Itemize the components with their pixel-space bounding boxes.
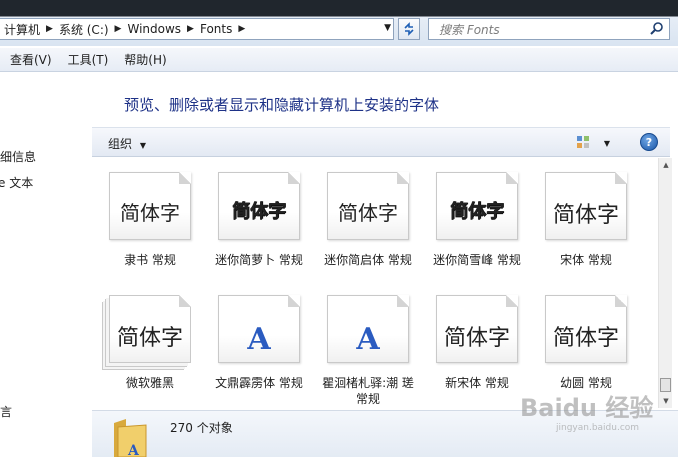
search-placeholder: 搜索 Fonts	[439, 22, 500, 37]
navigation-pane: 详细信息 e 文本 语言	[0, 72, 90, 457]
help-button[interactable]: ?	[640, 133, 658, 151]
breadcrumb-system-drive[interactable]: 系统 (C:) ▶	[59, 21, 122, 38]
font-preview-icon: 简体字	[436, 295, 518, 363]
font-sample: 简体字	[552, 326, 619, 351]
nav-item-text[interactable]: e 文本	[0, 174, 33, 191]
font-name: 文鼎霹雳体 常规	[215, 376, 303, 390]
watermark-logo: Baidu 经验 jingyan.baidu.com	[520, 394, 654, 433]
font-sample: A	[356, 322, 380, 357]
menu-view[interactable]: 查看(V)	[10, 51, 52, 68]
menu-tools[interactable]: 工具(T)	[68, 51, 109, 68]
font-preview-icon: A	[327, 295, 409, 363]
command-bar: 组织 ▼ ▼ ?	[92, 127, 670, 157]
font-item[interactable]: 简体字 迷你简萝卜 常规	[207, 172, 311, 268]
font-item[interactable]: 简体字 幼圆 常规	[534, 295, 638, 391]
font-preview-icon: 简体字	[327, 172, 409, 240]
font-item[interactable]: 简体字 迷你简启体 常规	[316, 172, 420, 268]
chevron-right-icon[interactable]: ▶	[46, 24, 53, 34]
font-sample: 简体字	[120, 201, 180, 225]
menu-bar: 查看(V) 工具(T) 帮助(H)	[0, 48, 678, 72]
breadcrumb-computer[interactable]: 计算机 ▶	[4, 21, 53, 38]
font-sample: 简体字	[443, 326, 510, 351]
font-name: 瞿洄楮札驿:潮 瑳 常规	[322, 376, 414, 406]
font-sample: 简体字	[552, 203, 619, 228]
font-name: 迷你简启体 常规	[324, 253, 412, 267]
breadcrumb-fonts[interactable]: Fonts ▶	[200, 22, 245, 36]
font-preview-icon: 简体字	[436, 172, 518, 240]
chevron-right-icon[interactable]: ▶	[238, 24, 245, 34]
fonts-folder-icon: A	[114, 419, 147, 457]
nav-item-language[interactable]: 语言	[0, 403, 12, 420]
change-view-button[interactable]: ▼	[576, 135, 610, 152]
chevron-right-icon[interactable]: ▶	[187, 24, 194, 34]
font-item[interactable]: 简体字 新宋体 常规	[425, 295, 529, 391]
font-preview-icon: 简体字	[109, 172, 191, 240]
address-bar[interactable]: 计算机 ▶ 系统 (C:) ▶ Windows ▶ Fonts ▶ ▼	[0, 18, 394, 40]
font-name: 迷你简雪峰 常规	[433, 253, 521, 267]
search-icon[interactable]	[649, 21, 665, 37]
font-sample: 简体字	[338, 201, 398, 225]
font-name: 新宋体 常规	[445, 376, 509, 390]
font-name: 微软雅黑	[125, 376, 174, 390]
breadcrumb-windows[interactable]: Windows ▶	[127, 22, 194, 36]
font-preview-icon: A	[218, 295, 300, 363]
scroll-up-icon[interactable]: ▲	[659, 158, 673, 172]
menu-help[interactable]: 帮助(H)	[124, 51, 166, 68]
help-icon: ?	[645, 135, 653, 149]
refresh-button[interactable]	[398, 18, 420, 40]
address-dropdown-icon[interactable]: ▼	[384, 23, 391, 33]
font-name: 迷你简萝卜 常规	[215, 253, 303, 267]
organize-label: 组织	[108, 137, 133, 151]
refresh-icon	[404, 22, 414, 36]
font-item[interactable]: 简体字 隶书 常规	[98, 172, 202, 268]
font-item[interactable]: 简体字 宋体 常规	[534, 172, 638, 268]
font-sample: 简体字	[232, 201, 286, 222]
font-family-icon: 简体字	[109, 295, 191, 363]
font-sample: A	[247, 322, 271, 357]
font-item[interactable]: 简体字 微软雅黑	[98, 295, 202, 391]
view-icon	[577, 136, 589, 148]
chevron-down-icon: ▼	[139, 141, 146, 150]
nav-item-details[interactable]: 详细信息	[0, 148, 36, 165]
font-preview-icon: 简体字	[218, 172, 300, 240]
font-grid: 简体字 隶书 常规 简体字 迷你简萝卜 常规 简体字 迷你简启体 常规 简体字 …	[92, 158, 658, 408]
scroll-down-icon[interactable]: ▼	[659, 394, 673, 408]
font-item[interactable]: A 文鼎霹雳体 常规	[207, 295, 311, 391]
font-preview-icon: 简体字	[545, 172, 627, 240]
font-item[interactable]: 简体字 迷你简雪峰 常规	[425, 172, 529, 268]
scroll-thumb[interactable]	[660, 378, 671, 392]
font-name: 宋体 常规	[560, 253, 612, 267]
vertical-scrollbar[interactable]: ▲ ▼	[658, 158, 672, 408]
organize-button[interactable]: 组织 ▼	[108, 135, 146, 152]
font-preview-icon: 简体字	[545, 295, 627, 363]
svg-text:A: A	[127, 443, 140, 457]
search-input[interactable]: 搜索 Fonts	[428, 18, 670, 40]
chevron-down-icon: ▼	[603, 139, 610, 148]
font-item[interactable]: A 瞿洄楮札驿:潮 瑳 常规	[316, 295, 420, 407]
font-sample: 简体字	[450, 201, 504, 222]
page-title: 预览、删除或者显示和隐藏计算机上安装的字体	[124, 96, 440, 114]
object-count: 270 个对象	[170, 421, 233, 435]
font-name: 隶书 常规	[124, 253, 176, 267]
address-bar-region: 计算机 ▶ 系统 (C:) ▶ Windows ▶ Fonts ▶ ▼ 搜索 Fonts	[0, 0, 678, 46]
font-sample: 简体字	[116, 326, 183, 351]
chevron-right-icon[interactable]: ▶	[115, 24, 122, 34]
